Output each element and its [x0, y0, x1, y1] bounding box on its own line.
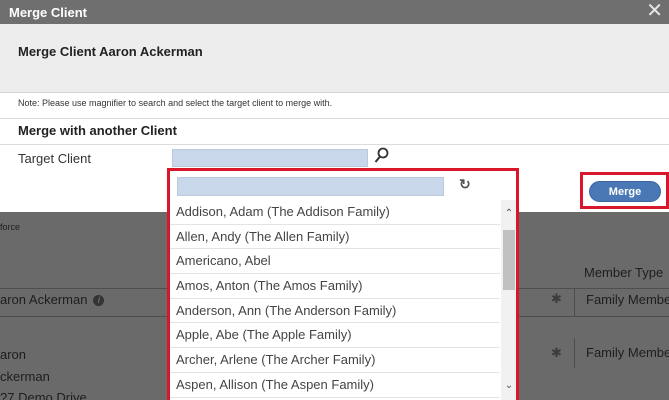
row2-name-line1: aron [0, 347, 27, 362]
gear-icon[interactable]: ✱ [551, 346, 563, 359]
dialog-header: Merge Client Aaron Ackerman [0, 24, 669, 93]
gear-icon[interactable]: ✱ [551, 292, 563, 305]
divider [574, 288, 575, 316]
dialog-titlebar: Merge Client ✕ [0, 0, 669, 24]
force-text: force [0, 222, 21, 232]
row2-name-line2: ckerman [0, 369, 50, 384]
row2-type: Family Membe [586, 345, 669, 360]
close-icon[interactable]: ✕ [646, 0, 663, 22]
info-icon[interactable]: i [93, 295, 105, 306]
divider [574, 338, 575, 368]
row1-type: Family Membe [586, 292, 669, 307]
dialog-title: Merge Client [9, 5, 88, 20]
client-search-dropdown: ↻ Addison, Adam (The Addison Family) All… [167, 168, 519, 400]
dialog-heading: Merge Client Aaron Ackerman [18, 44, 203, 59]
magnifier-icon[interactable] [374, 147, 390, 165]
instruction-note: Note: Please use magnifier to search and… [18, 98, 333, 108]
row2-name-line3: ?7 Demo Drive [0, 390, 87, 400]
scrollbar-thumb[interactable] [503, 230, 515, 290]
divider [0, 118, 669, 119]
client-list: Addison, Adam (The Addison Family) Allen… [170, 200, 500, 398]
list-item[interactable]: Addison, Adam (The Addison Family) [170, 200, 500, 225]
list-item[interactable]: Americano, Abel [170, 249, 500, 275]
list-item[interactable]: Allen, Andy (The Allen Family) [170, 225, 500, 250]
refresh-icon[interactable]: ↻ [459, 175, 473, 193]
scroll-down-icon[interactable]: ⌄ [503, 380, 515, 391]
list-item[interactable]: Aspen, Allison (The Aspen Family) [170, 373, 500, 398]
section-title: Merge with another Client [18, 123, 177, 138]
scroll-up-icon[interactable]: ⌃ [503, 208, 515, 219]
target-client-label: Target Client [18, 151, 91, 166]
list-item[interactable]: Apple, Abe (The Apple Family) [170, 323, 500, 349]
merge-button[interactable]: Merge [589, 181, 661, 202]
list-item[interactable]: Amos, Anton (The Amos Family) [170, 274, 500, 299]
list-scrollbar[interactable]: ⌃ ⌄ [501, 200, 516, 400]
row1-name: aron Ackerman i [0, 292, 105, 307]
dropdown-search-input[interactable] [177, 177, 444, 196]
member-type-header: Member Type [584, 265, 664, 280]
target-client-input[interactable] [172, 149, 368, 167]
divider [0, 144, 669, 145]
list-item[interactable]: Archer, Arlene (The Archer Family) [170, 348, 500, 373]
list-item[interactable]: Anderson, Ann (The Anderson Family) [170, 299, 500, 324]
